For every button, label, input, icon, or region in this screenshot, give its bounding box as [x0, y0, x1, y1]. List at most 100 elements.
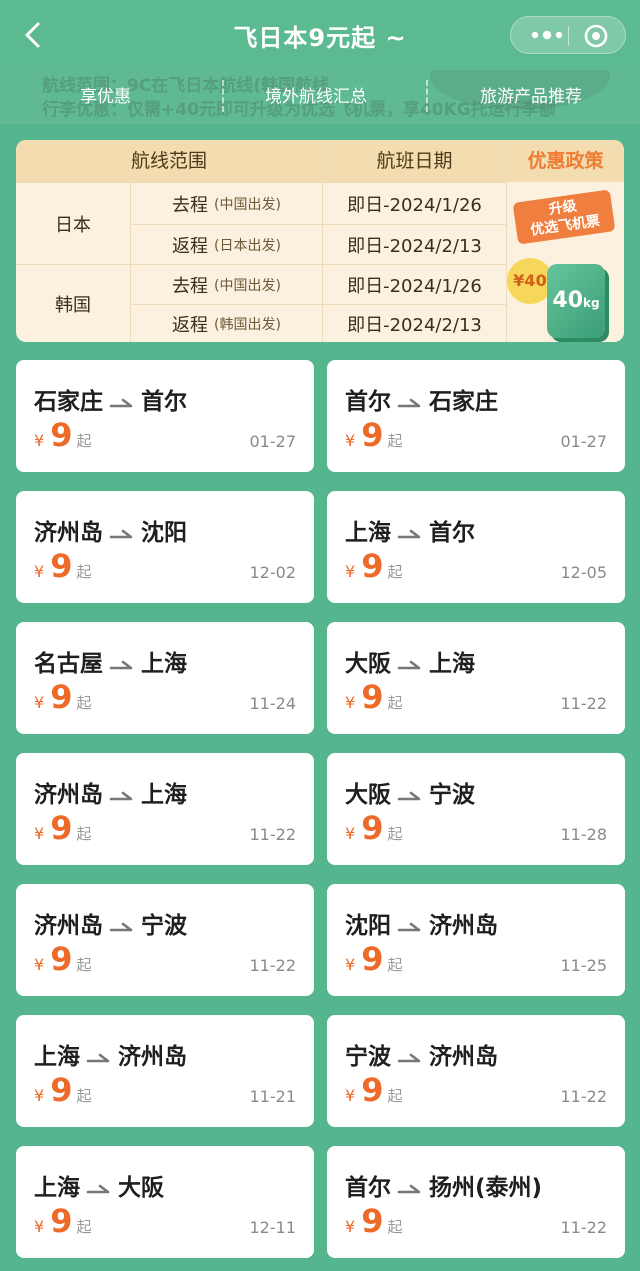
route-label: 济州岛 上海 [34, 775, 187, 809]
price-value: 9 [50, 1202, 73, 1240]
route-label: 首尔 扬州(泰州) [345, 1168, 542, 1202]
flight-date: 11-22 [560, 1087, 608, 1106]
route-label: 沈阳 济州岛 [345, 906, 498, 940]
currency-symbol: ¥ [345, 693, 356, 712]
date-range-cell: 即日-2024/2/13 [322, 224, 506, 264]
route-card[interactable]: 上海 济州岛 ¥9 起 11-21 [16, 1015, 314, 1127]
currency-symbol: ¥ [34, 824, 45, 843]
price-suffix: 起 [76, 1218, 92, 1236]
header-route-scope: 航线范围 [16, 140, 322, 182]
date-range-cell: 即日-2024/1/26 [322, 182, 506, 224]
arrow-right-icon [109, 660, 133, 669]
more-icon[interactable] [527, 24, 567, 46]
route-card[interactable]: 济州岛 宁波 ¥9 起 11-22 [16, 884, 314, 996]
price-value: 9 [50, 416, 73, 454]
origin-city: 济州岛 [34, 782, 103, 808]
currency-symbol: ¥ [345, 431, 356, 450]
price: ¥9 起 [34, 1202, 91, 1240]
route-card[interactable]: 大阪 宁波 ¥9 起 11-28 [327, 753, 625, 865]
arrow-right-icon [397, 660, 421, 669]
destination-city: 扬州(泰州) [429, 1175, 543, 1201]
arrow-right-icon [397, 398, 421, 407]
date-range-cell: 即日-2024/1/26 [322, 264, 506, 304]
route-card[interactable]: 上海 大阪 ¥9 起 12-11 [16, 1146, 314, 1258]
arrow-right-icon [397, 922, 421, 931]
route-label: 上海 济州岛 [34, 1037, 187, 1071]
price-value: 9 [361, 678, 384, 716]
tab-travel-products[interactable]: 旅游产品推荐 [480, 82, 582, 107]
route-label: 大阪 宁波 [345, 775, 475, 809]
capsule-divider [568, 26, 569, 46]
route-card[interactable]: 济州岛 上海 ¥9 起 11-22 [16, 753, 314, 865]
price: ¥9 起 [345, 940, 402, 978]
route-card[interactable]: 首尔 扬州(泰州) ¥9 起 11-22 [327, 1146, 625, 1258]
origin-city: 大阪 [345, 651, 391, 677]
route-card[interactable]: 名古屋 上海 ¥9 起 11-24 [16, 622, 314, 734]
route-card[interactable]: 宁波 济州岛 ¥9 起 11-22 [327, 1015, 625, 1127]
date-range-cell: 即日-2024/2/13 [322, 304, 506, 342]
route-label: 宁波 济州岛 [345, 1037, 498, 1071]
price-suffix: 起 [387, 694, 403, 712]
price-value: 9 [361, 547, 384, 585]
flight-date: 12-05 [560, 563, 608, 582]
close-mini-program-icon[interactable] [583, 23, 609, 49]
country-japan: 日本 [16, 182, 130, 264]
destination-city: 济州岛 [118, 1044, 187, 1070]
tab-discount[interactable]: 享优惠 [80, 82, 131, 107]
price-suffix: 起 [387, 1087, 403, 1105]
price-suffix: 起 [76, 563, 92, 581]
direction-cell: 去程 (中国出发) [130, 264, 322, 304]
price-suffix: 起 [387, 563, 403, 581]
route-card[interactable]: 济州岛 沈阳 ¥9 起 12-02 [16, 491, 314, 603]
price: ¥9 起 [34, 547, 91, 585]
origin-city: 上海 [34, 1044, 80, 1070]
flight-date: 11-22 [560, 1218, 608, 1237]
origin-city: 济州岛 [34, 913, 103, 939]
price-suffix: 起 [76, 694, 92, 712]
route-card[interactable]: 石家庄 首尔 ¥9 起 01-27 [16, 360, 314, 472]
route-label: 大阪 上海 [345, 644, 475, 678]
price-value: 9 [361, 1071, 384, 1109]
flight-date: 11-22 [249, 956, 297, 975]
flight-date: 11-22 [560, 694, 608, 713]
direction-cell: 返程 (日本出发) [130, 224, 322, 264]
price: ¥9 起 [345, 1202, 402, 1240]
arrow-right-icon [109, 791, 133, 800]
currency-symbol: ¥ [34, 562, 45, 581]
route-card[interactable]: 大阪 上海 ¥9 起 11-22 [327, 622, 625, 734]
route-card[interactable]: 上海 首尔 ¥9 起 12-05 [327, 491, 625, 603]
header-flight-dates: 航班日期 [322, 140, 506, 182]
price-value: 9 [50, 940, 73, 978]
price-suffix: 起 [387, 432, 403, 450]
flight-date: 11-28 [560, 825, 608, 844]
currency-symbol: ¥ [34, 1217, 45, 1236]
arrow-right-icon [109, 529, 133, 538]
destination-city: 石家庄 [429, 389, 498, 415]
flight-date: 12-02 [249, 563, 297, 582]
country-korea: 韩国 [16, 264, 130, 342]
destination-city: 首尔 [141, 389, 187, 415]
currency-symbol: ¥ [345, 562, 356, 581]
origin-city: 大阪 [345, 782, 391, 808]
price-suffix: 起 [387, 1218, 403, 1236]
price: ¥9 起 [34, 1071, 91, 1109]
route-card[interactable]: 沈阳 济州岛 ¥9 起 11-25 [327, 884, 625, 996]
price-value: 9 [361, 1202, 384, 1240]
promo-graphic: 升级 优选飞机票 ¥40 40kg [506, 182, 624, 342]
price: ¥9 起 [345, 809, 402, 847]
price-value: 9 [50, 1071, 73, 1109]
arrow-right-icon [109, 922, 133, 931]
currency-symbol: ¥ [34, 1086, 45, 1105]
currency-symbol: ¥ [34, 955, 45, 974]
price-suffix: 起 [76, 956, 92, 974]
luggage-icon: 40kg [547, 264, 605, 338]
price-value: 9 [361, 416, 384, 454]
price: ¥9 起 [34, 809, 91, 847]
route-card[interactable]: 首尔 石家庄 ¥9 起 01-27 [327, 360, 625, 472]
destination-city: 上海 [141, 651, 187, 677]
price-suffix: 起 [387, 825, 403, 843]
price: ¥9 起 [34, 416, 91, 454]
route-label: 上海 大阪 [34, 1168, 164, 1202]
route-label: 名古屋 上海 [34, 644, 187, 678]
tab-overseas-routes[interactable]: 境外航线汇总 [265, 82, 367, 107]
